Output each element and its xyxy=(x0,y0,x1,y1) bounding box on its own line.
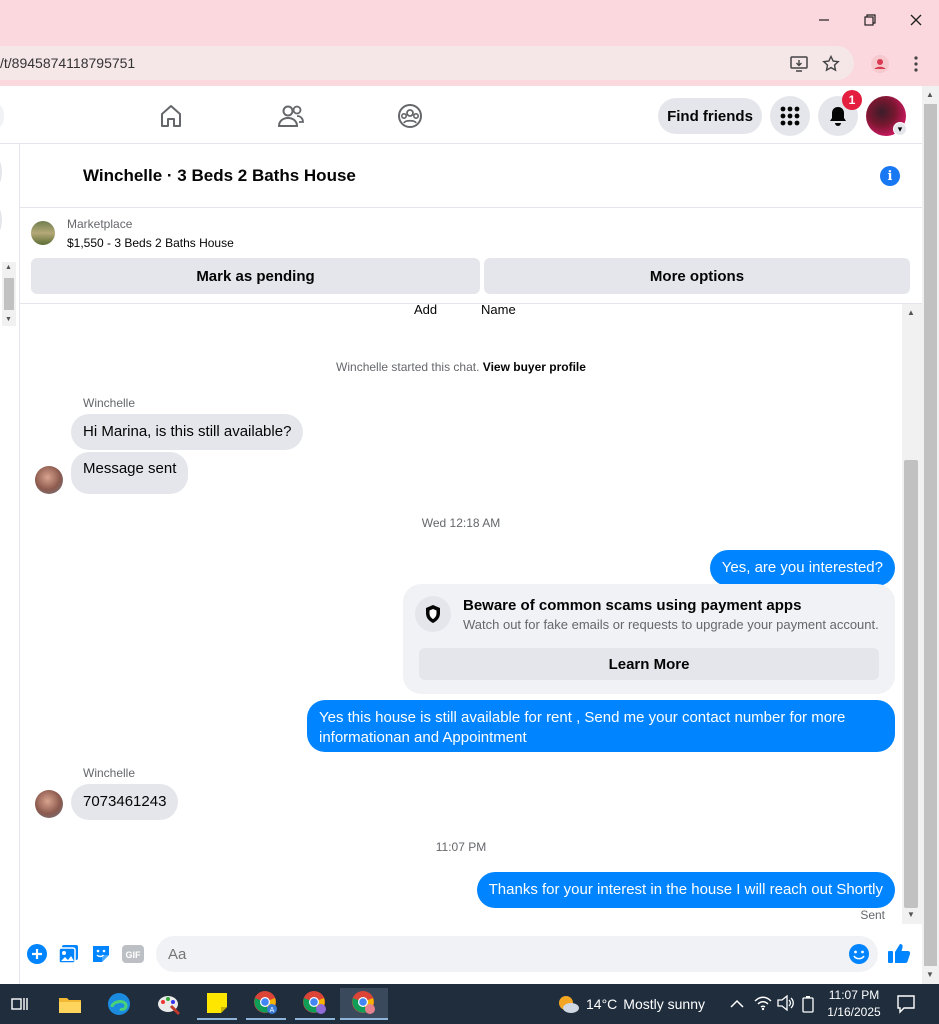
outgoing-message[interactable]: Yes, are you interested? xyxy=(709,550,895,586)
sticky-notes-icon[interactable] xyxy=(197,988,237,1020)
sender-avatar[interactable] xyxy=(35,790,63,818)
plus-circle-icon[interactable] xyxy=(25,942,49,966)
left-scrollbar[interactable]: ▲ ▼ xyxy=(2,262,16,326)
message-status: Sent xyxy=(860,908,885,922)
close-icon[interactable] xyxy=(893,0,939,40)
windows-taskbar: A 14°C Mostly sunny 11:07 PM 1/16/2025 xyxy=(0,984,939,1024)
edge-icon[interactable] xyxy=(99,988,139,1020)
page-scrollbar[interactable]: ▲ ▼ xyxy=(922,86,939,984)
outgoing-message[interactable]: Thanks for your interest in the house I … xyxy=(476,872,895,908)
clock-time: 11:07 PM xyxy=(828,988,880,1002)
minimize-icon[interactable] xyxy=(801,0,847,40)
wifi-icon[interactable] xyxy=(754,995,772,1016)
system-clock[interactable]: 11:07 PM 1/16/2025 xyxy=(820,987,888,1021)
weather-condition: Mostly sunny xyxy=(623,996,705,1012)
conversation-scroll-thumb[interactable] xyxy=(904,460,918,908)
task-view-icon[interactable] xyxy=(0,988,40,1020)
thumbs-up-icon[interactable] xyxy=(887,941,911,965)
file-explorer-icon[interactable] xyxy=(50,988,90,1020)
marketplace-listing-bar: Marketplace $1,550 - 3 Beds 2 Baths Hous… xyxy=(20,208,922,304)
window-title-bar xyxy=(0,0,939,40)
photo-icon[interactable] xyxy=(57,942,81,966)
message-input[interactable] xyxy=(156,936,878,972)
chat-header: Winchelle · 3 Beds 2 Baths House i xyxy=(20,144,922,208)
message-composer: GIF xyxy=(20,932,922,984)
left-panel-edge: ▲ ▼ xyxy=(0,144,20,984)
facebook-header: Find friends 1 ▾ xyxy=(0,86,922,144)
bookmark-star-icon[interactable] xyxy=(820,53,842,75)
mark-as-pending-button[interactable]: Mark as pending xyxy=(31,258,480,294)
sun-cloud-icon xyxy=(559,996,579,1013)
search-field-edge[interactable] xyxy=(0,102,4,130)
incoming-message[interactable]: Message sent xyxy=(71,452,189,494)
find-friends-button[interactable]: Find friends xyxy=(658,98,762,134)
browser-toolbar: /t/8945874118795751 xyxy=(0,40,939,86)
scam-warning-body: Watch out for fake emails or requests to… xyxy=(463,617,879,632)
partial-avatar[interactable] xyxy=(0,204,2,236)
chrome-icon[interactable] xyxy=(295,988,335,1020)
battery-icon[interactable] xyxy=(801,995,815,1018)
emoji-icon[interactable] xyxy=(847,942,871,966)
incoming-message[interactable]: 7073461243 xyxy=(71,784,179,820)
gif-icon[interactable]: GIF xyxy=(121,942,145,966)
listing-thumbnail[interactable] xyxy=(31,221,55,245)
sender-name: Winchelle xyxy=(83,396,136,410)
learn-more-button[interactable]: Learn More xyxy=(419,648,879,680)
svg-text:A: A xyxy=(270,1007,275,1014)
scam-warning-card: Beware of common scams using payment app… xyxy=(403,584,895,694)
notification-center-icon[interactable] xyxy=(896,994,916,1019)
friends-icon[interactable] xyxy=(275,100,307,132)
chat-started-text: Winchelle started this chat. xyxy=(336,360,480,374)
home-icon[interactable] xyxy=(155,100,187,132)
info-icon[interactable]: i xyxy=(880,166,900,186)
sticker-icon[interactable] xyxy=(89,942,113,966)
listing-category: Marketplace xyxy=(67,217,133,231)
chrome-icon[interactable]: A xyxy=(246,988,286,1020)
notification-badge: 1 xyxy=(842,90,862,110)
paint-icon[interactable] xyxy=(149,988,189,1020)
shield-icon xyxy=(415,596,451,632)
url-text[interactable]: /t/8945874118795751 xyxy=(0,55,135,71)
sender-name: Winchelle xyxy=(83,766,136,780)
listing-title[interactable]: $1,550 - 3 Beds 2 Baths House xyxy=(67,236,234,250)
install-icon[interactable] xyxy=(788,53,810,75)
partial-label-name: Name xyxy=(481,304,516,317)
scam-warning-title: Beware of common scams using payment app… xyxy=(463,597,802,614)
menu-grid-icon[interactable] xyxy=(770,96,810,136)
chevron-up-icon[interactable] xyxy=(730,996,744,1014)
restore-icon[interactable] xyxy=(847,0,893,40)
outgoing-message[interactable]: Yes this house is still available for re… xyxy=(307,700,895,752)
weather-widget[interactable]: 14°C Mostly sunny xyxy=(556,992,705,1016)
timestamp: 11:07 PM xyxy=(435,840,487,854)
incoming-message[interactable]: Hi Marina, is this still available? xyxy=(71,414,304,450)
chevron-down-icon[interactable]: ▾ xyxy=(893,122,907,136)
timestamp: Wed 12:18 AM xyxy=(421,516,501,530)
clock-date: 1/16/2025 xyxy=(827,1005,881,1019)
partial-label-add: Add xyxy=(414,304,438,317)
conversation-thread: Add Name Winchelle started this chat. Vi… xyxy=(20,304,902,932)
speaker-icon[interactable] xyxy=(777,994,795,1016)
partial-avatar[interactable] xyxy=(0,156,2,188)
menu-icon[interactable] xyxy=(905,53,927,75)
groups-icon[interactable] xyxy=(394,100,426,132)
chat-started-notice: Winchelle started this chat. View buyer … xyxy=(20,360,902,374)
view-buyer-profile-link[interactable]: View buyer profile xyxy=(483,360,586,374)
chat-avatar[interactable] xyxy=(35,154,75,194)
more-options-button[interactable]: More options xyxy=(484,258,910,294)
message-line: informationan and Appointment xyxy=(319,729,527,746)
chat-title[interactable]: Winchelle · 3 Beds 2 Baths House xyxy=(83,166,356,186)
svg-text:GIF: GIF xyxy=(126,950,142,960)
sender-avatar[interactable] xyxy=(35,466,63,494)
address-bar[interactable]: /t/8945874118795751 xyxy=(0,46,854,80)
message-line: Yes this house is still available for re… xyxy=(319,709,846,726)
temperature: 14°C xyxy=(586,996,618,1012)
chrome-icon[interactable] xyxy=(340,988,388,1020)
profile-icon[interactable] xyxy=(869,53,891,75)
